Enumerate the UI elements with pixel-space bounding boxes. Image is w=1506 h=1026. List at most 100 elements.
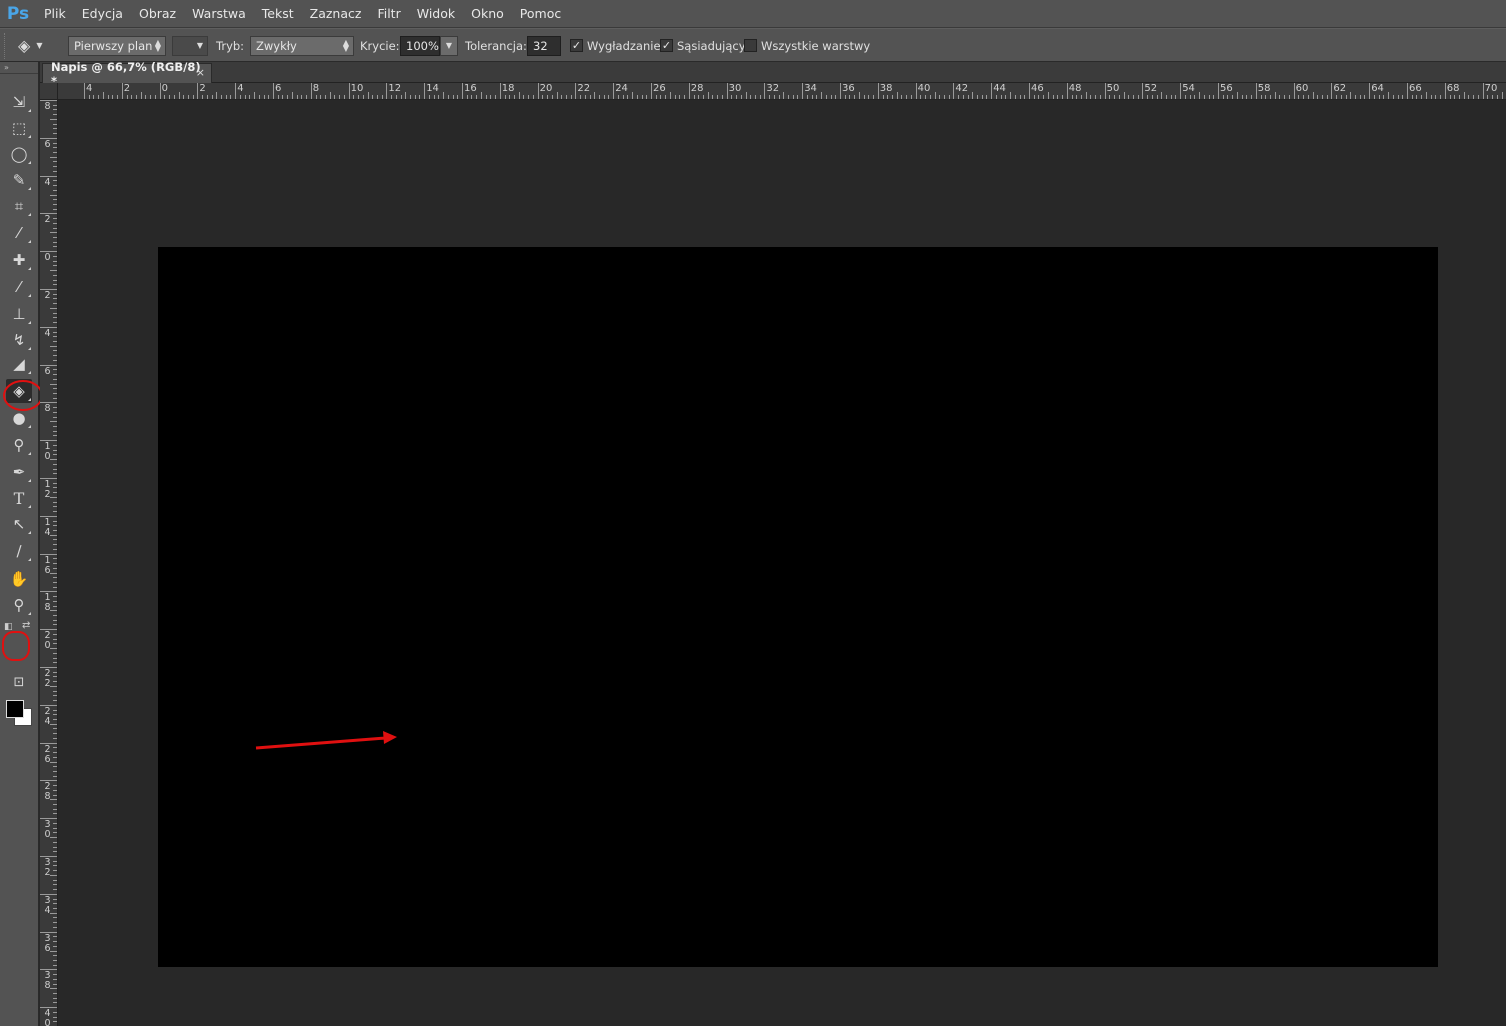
ruler-minor-tick xyxy=(53,189,57,191)
marquee-tool[interactable]: ⬚ xyxy=(6,116,32,140)
menu-warstwa[interactable]: Warstwa xyxy=(184,0,254,28)
ruler-minor-tick xyxy=(679,95,681,99)
mode-dropdown[interactable]: Zwykły ▲ ▼ xyxy=(250,35,354,56)
ruler-minor-tick xyxy=(788,95,790,99)
crop-tool[interactable]: ⌗ xyxy=(6,194,32,218)
ruler-minor-tick xyxy=(1132,95,1134,99)
ruler-label: 34 xyxy=(804,83,817,94)
eraser-tool[interactable]: ◢ xyxy=(6,352,32,376)
menu-edycja[interactable]: Edycja xyxy=(74,0,131,28)
ruler-minor-tick xyxy=(53,624,57,626)
ruler-minor-tick xyxy=(225,95,227,99)
ruler-label: 16 xyxy=(464,83,477,94)
ruler-minor-tick xyxy=(1109,95,1111,99)
ruler-minor-tick xyxy=(150,95,152,99)
ruler-minor-tick xyxy=(53,889,57,891)
ruler-minor-tick xyxy=(1416,95,1418,99)
menu-filtr[interactable]: Filtr xyxy=(369,0,408,28)
ruler-minor-tick xyxy=(53,756,57,758)
ruler-minor-tick xyxy=(88,95,90,99)
menu-zaznacz[interactable]: Zaznacz xyxy=(302,0,370,28)
ruler-minor-tick xyxy=(1274,92,1276,99)
healing-brush-tool[interactable]: ✚ xyxy=(6,248,32,272)
ruler-minor-tick xyxy=(622,95,624,99)
all-layers-checkbox[interactable] xyxy=(744,39,757,52)
ruler-minor-tick xyxy=(50,685,57,687)
ruler-minor-tick xyxy=(53,548,57,550)
ruler-minor-tick xyxy=(131,95,133,99)
hand-tool[interactable]: ✋ xyxy=(6,567,32,591)
opacity-input[interactable]: 100% xyxy=(400,35,440,56)
ruler-minor-tick xyxy=(53,657,57,659)
menu-okno[interactable]: Okno xyxy=(463,0,512,28)
ruler-minor-tick xyxy=(1062,95,1064,99)
tool-preset-picker[interactable]: ◈ ▼ xyxy=(18,29,42,62)
pen-tool[interactable]: ✒ xyxy=(6,460,32,484)
flyout-indicator xyxy=(28,425,31,428)
ruler-minor-tick xyxy=(490,95,492,99)
pattern-picker[interactable]: ▼ xyxy=(172,35,208,56)
brush-tool[interactable]: ⁄ xyxy=(6,275,32,299)
quick-mask-button[interactable]: ⊡ xyxy=(6,670,32,694)
line-tool[interactable]: ∕ xyxy=(6,539,32,563)
menu-plik[interactable]: Plik xyxy=(36,0,74,28)
ruler-minor-tick xyxy=(53,123,57,125)
quick-selection-tool[interactable]: ✎ xyxy=(6,168,32,192)
ruler-label: 64 xyxy=(1371,83,1384,94)
foreground-color-swatch[interactable] xyxy=(6,700,24,718)
ruler-minor-tick xyxy=(53,265,57,267)
ruler-minor-tick xyxy=(315,95,317,99)
clone-stamp-tool[interactable]: ⊥ xyxy=(6,302,32,326)
vertical-ruler[interactable]: 8642024681 01 21 41 61 82 02 22 42 62 83… xyxy=(40,100,58,1026)
ruler-minor-tick xyxy=(53,917,57,919)
menu-pomoc[interactable]: Pomoc xyxy=(512,0,569,28)
ruler-minor-tick xyxy=(844,95,846,99)
ruler-label: 22 xyxy=(577,83,591,94)
annotation-circle-paint-bucket xyxy=(3,380,43,411)
ruler-minor-tick xyxy=(53,374,57,376)
toolbar-collapse-icon[interactable]: » xyxy=(0,62,38,74)
ruler-label: 8 xyxy=(44,101,51,112)
ruler-minor-tick xyxy=(53,284,57,286)
move-tool[interactable]: ⇲ xyxy=(6,90,32,114)
tolerance-input[interactable]: 32 xyxy=(527,35,561,56)
tools-panel: » ⇲⬚◯✎⌗⁄✚⁄⊥↯◢◈●⚲✒T↖∕✋⚲ ◧ ⇄ ⊡ ⧉ xyxy=(0,62,43,1026)
ruler-origin[interactable] xyxy=(40,83,58,100)
fill-source-dropdown[interactable]: Pierwszy plan ▲ ▼ xyxy=(68,35,166,56)
ruler-major-tick xyxy=(273,83,274,99)
options-grip[interactable] xyxy=(4,33,8,59)
lasso-tool[interactable]: ◯ xyxy=(6,142,32,166)
path-selection-tool[interactable]: ↖ xyxy=(6,512,32,536)
ruler-minor-tick xyxy=(249,95,251,99)
antialias-option[interactable]: ✓ Wygładzanie xyxy=(570,29,661,62)
close-icon[interactable]: × xyxy=(196,66,205,79)
horizontal-ruler[interactable]: 4 2 0 2 4 6 8 10 12 14 16 18 20 22 24 26 28 30 32 34 36 38 40 4… xyxy=(58,83,1506,100)
ruler-minor-tick xyxy=(1161,92,1163,99)
contiguous-option[interactable]: ✓ Sąsiadujący xyxy=(660,29,746,62)
ruler-minor-tick xyxy=(1024,95,1026,99)
zoom-tool[interactable]: ⚲ xyxy=(6,593,32,617)
ruler-minor-tick xyxy=(565,95,567,99)
all-layers-option[interactable]: Wszystkie warstwy xyxy=(744,29,870,62)
ruler-minor-tick xyxy=(740,95,742,99)
antialias-checkbox[interactable]: ✓ xyxy=(570,39,583,52)
type-tool[interactable]: T xyxy=(6,486,32,510)
dodge-tool[interactable]: ⚲ xyxy=(6,433,32,457)
ruler-minor-tick xyxy=(376,95,378,99)
ruler-minor-tick xyxy=(419,95,421,99)
eyedropper-tool[interactable]: ⁄ xyxy=(6,221,32,245)
swap-colors-icon[interactable]: ⇄ xyxy=(22,620,30,631)
opacity-slider-button[interactable]: ▼ xyxy=(440,35,458,56)
ruler-minor-tick xyxy=(53,544,57,546)
ruler-minor-tick xyxy=(126,95,128,99)
ruler-minor-tick xyxy=(1350,92,1352,99)
history-brush-tool[interactable]: ↯ xyxy=(6,328,32,352)
document-tab[interactable]: Napis @ 66,7% (RGB/8) * × xyxy=(42,60,212,88)
menu-obraz[interactable]: Obraz xyxy=(131,0,184,28)
menu-widok[interactable]: Widok xyxy=(409,0,463,28)
menu-tekst[interactable]: Tekst xyxy=(254,0,302,28)
flyout-indicator xyxy=(28,294,31,297)
ruler-minor-tick xyxy=(53,199,57,201)
document-canvas[interactable] xyxy=(158,247,1438,967)
contiguous-checkbox[interactable]: ✓ xyxy=(660,39,673,52)
